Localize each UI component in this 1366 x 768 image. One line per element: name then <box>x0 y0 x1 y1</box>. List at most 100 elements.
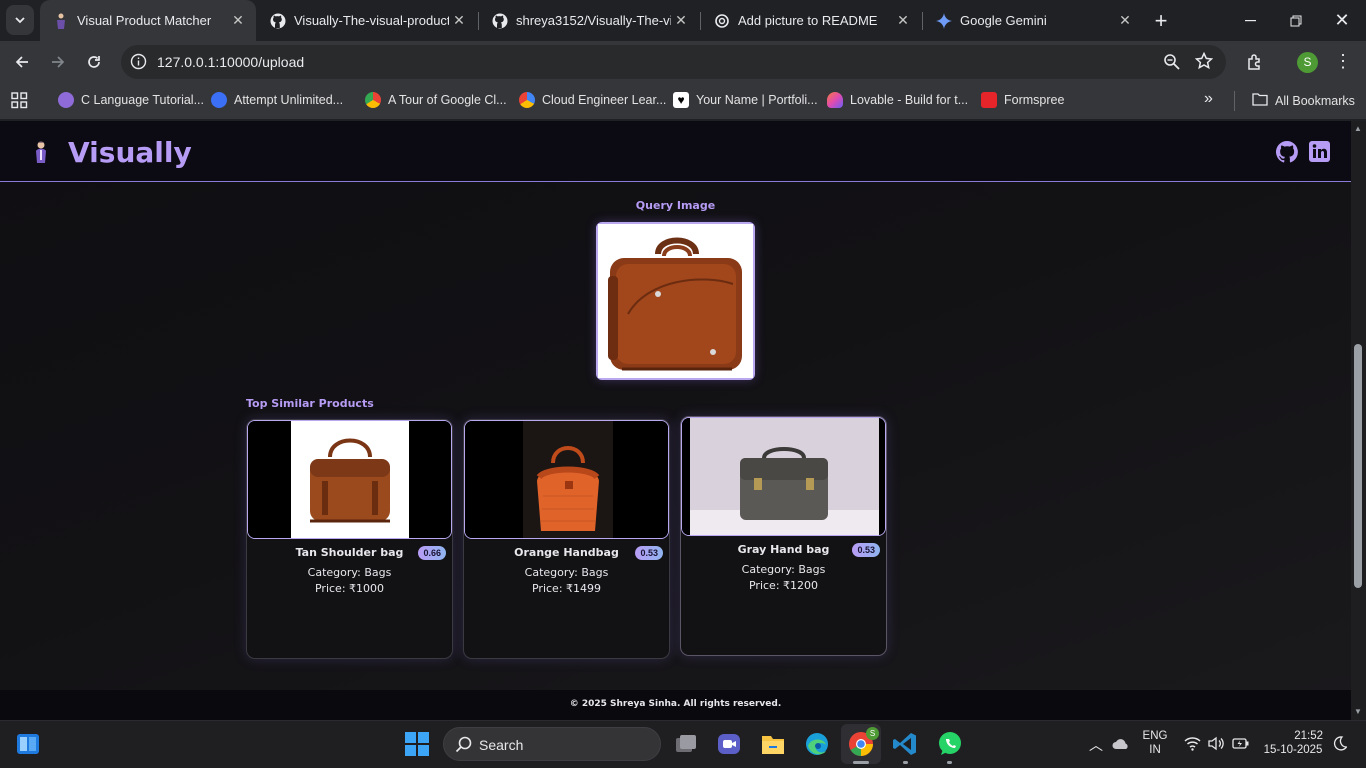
browser-menu-button[interactable]: ⋮ <box>1330 41 1356 82</box>
scrollbar-thumb[interactable] <box>1354 344 1362 588</box>
bookmark-attempt-unlimited[interactable]: Attempt Unlimited... <box>211 92 343 108</box>
top-similar-caption: Top Similar Products <box>246 397 374 410</box>
close-icon[interactable]: ✕ <box>1115 12 1135 29</box>
close-icon[interactable]: ✕ <box>671 12 691 29</box>
address-bar[interactable]: 127.0.0.1:10000/upload <box>121 45 1226 79</box>
folder-icon <box>1252 92 1268 109</box>
site-info-icon[interactable] <box>130 53 147 75</box>
whatsapp-icon[interactable] <box>937 731 963 757</box>
profile-avatar[interactable]: S <box>1297 52 1318 73</box>
scroll-up-arrow-icon[interactable]: ▲ <box>1354 124 1362 133</box>
github-icon <box>492 13 508 29</box>
product-category: Category: Bags <box>524 566 609 579</box>
logo-icon[interactable] <box>32 140 50 164</box>
heart-icon: ♥ <box>673 92 689 108</box>
tab-title: Google Gemini <box>960 13 1047 28</box>
web-page: Visually Query Image Top Similar Product… <box>0 121 1351 720</box>
product-image <box>464 420 669 539</box>
close-icon[interactable]: ✕ <box>228 12 248 29</box>
vscode-icon[interactable] <box>892 731 918 757</box>
site-footer: © 2025 Shreya Sinha. All rights reserved… <box>0 690 1351 720</box>
reload-button[interactable] <box>80 41 108 82</box>
browser-tab-bar: Visual Product Matcher ✕ Visually-The-vi… <box>0 0 1366 41</box>
search-label: Search <box>479 737 524 753</box>
chrome-profile-badge: S <box>866 727 879 740</box>
product-card[interactable]: Gray Hand bag 0.53 Category: Bags Price:… <box>680 416 887 656</box>
bookmark-lovable[interactable]: Lovable - Build for t... <box>827 92 968 108</box>
clock[interactable]: 21:52 15-10-2025 <box>1258 730 1328 756</box>
minimize-button[interactable] <box>1236 0 1264 41</box>
back-button[interactable] <box>8 41 36 82</box>
openai-icon <box>714 13 730 29</box>
url-text: 127.0.0.1:10000/upload <box>157 54 305 70</box>
bookmark-separator <box>1234 91 1235 111</box>
brand-title[interactable]: Visually <box>68 136 192 169</box>
bookmark-google-cloud-tour[interactable]: A Tour of Google Cl... <box>365 92 507 108</box>
bookmark-c-language[interactable]: C Language Tutorial... <box>58 92 204 108</box>
close-icon[interactable]: ✕ <box>449 12 469 29</box>
bookmark-star-icon[interactable] <box>1194 51 1214 75</box>
taskbar-search[interactable]: Search <box>443 727 661 761</box>
reload-icon <box>88 55 100 68</box>
tab-search-button[interactable] <box>6 5 34 35</box>
product-image <box>681 417 886 536</box>
all-bookmarks[interactable]: All Bookmarks <box>1252 92 1355 109</box>
file-explorer-icon[interactable] <box>760 731 786 757</box>
zoom-icon[interactable] <box>1163 53 1181 76</box>
chevron-down-icon <box>15 17 25 24</box>
similarity-score-badge: 0.66 <box>418 546 446 560</box>
apps-grid-icon[interactable] <box>11 92 28 114</box>
tab-title: Visually-The-visual-product- <box>294 13 449 28</box>
query-image-caption: Query Image <box>635 199 716 212</box>
gemini-icon <box>936 12 952 29</box>
linkedin-link-icon[interactable] <box>1309 141 1331 163</box>
show-hidden-icons-chevron-icon[interactable]: ︿ <box>1089 735 1103 755</box>
forward-button[interactable] <box>44 41 72 82</box>
wifi-icon[interactable] <box>1184 736 1201 756</box>
onedrive-cloud-icon[interactable] <box>1112 737 1130 755</box>
new-tab-button[interactable]: + <box>1148 0 1174 41</box>
google-cloud-icon <box>365 92 381 108</box>
product-card[interactable]: Tan Shoulder bag 0.66 Category: Bags Pri… <box>246 419 453 659</box>
battery-charging-icon[interactable] <box>1232 737 1249 755</box>
bookmark-cloud-engineer[interactable]: Cloud Engineer Lear... <box>519 92 666 108</box>
scroll-down-arrow-icon[interactable]: ▼ <box>1354 707 1362 716</box>
teams-meet-icon[interactable] <box>716 731 742 757</box>
task-view-icon[interactable] <box>673 731 699 757</box>
product-card[interactable]: Orange Handbag 0.53 Category: Bags Price… <box>463 419 670 659</box>
running-indicator <box>903 761 908 764</box>
github-link-icon[interactable] <box>1275 141 1298 163</box>
search-icon <box>455 736 472 758</box>
query-image <box>596 222 755 380</box>
close-window-button[interactable]: ✕ <box>1328 0 1356 41</box>
edge-browser-icon[interactable] <box>804 731 830 757</box>
language-indicator[interactable]: ENG IN <box>1138 730 1172 756</box>
more-bookmarks-chevron-icon[interactable]: » <box>1204 90 1213 108</box>
tab-google-gemini[interactable]: Google Gemini ✕ <box>923 6 1143 35</box>
tab-title: Visual Product Matcher <box>77 13 212 28</box>
close-icon[interactable]: ✕ <box>893 12 913 29</box>
footer-copyright: © 2025 Shreya Sinha. All rights reserved… <box>569 699 782 709</box>
lovable-heart-icon <box>827 92 843 108</box>
arrow-right-icon <box>52 55 65 68</box>
bookmark-formspree[interactable]: Formspree <box>981 92 1064 108</box>
brown-laptop-bag-image <box>598 224 753 378</box>
tab-add-picture-readme[interactable]: Add picture to README ✕ <box>701 6 921 35</box>
bookmark-favicon-icon <box>58 92 74 108</box>
tab-github-shreya[interactable]: shreya3152/Visually-The-visu ✕ <box>479 6 699 35</box>
google-cloud-icon <box>519 92 535 108</box>
tab-visual-product-matcher[interactable]: Visual Product Matcher ✕ <box>40 0 256 41</box>
windows-start-icon[interactable] <box>405 732 429 761</box>
tab-github-repo[interactable]: Visually-The-visual-product- ✕ <box>257 6 477 35</box>
site-navbar: Visually <box>0 121 1351 182</box>
clock-time: 21:52 <box>1294 730 1323 742</box>
product-price: Price: ₹1499 <box>531 582 602 595</box>
bookmark-portfolio[interactable]: ♥ Your Name | Portfoli... <box>673 92 818 108</box>
widgets-icon[interactable] <box>16 733 40 760</box>
restore-button[interactable] <box>1282 0 1310 41</box>
volume-icon[interactable] <box>1208 736 1225 756</box>
extensions-button[interactable] <box>1241 41 1269 82</box>
puzzle-icon <box>1248 53 1260 70</box>
product-category: Category: Bags <box>307 566 392 579</box>
do-not-disturb-moon-icon[interactable] <box>1333 736 1348 756</box>
